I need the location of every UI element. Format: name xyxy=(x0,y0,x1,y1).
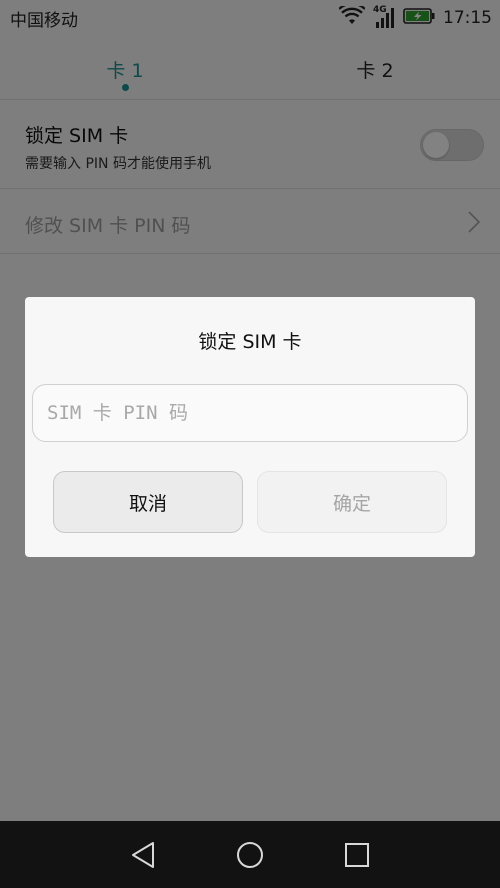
back-icon[interactable] xyxy=(123,835,163,875)
sim-pin-input[interactable] xyxy=(32,384,468,442)
home-icon[interactable] xyxy=(230,835,270,875)
navigation-bar xyxy=(0,821,500,888)
cancel-button[interactable]: 取消 xyxy=(53,471,243,533)
confirm-button[interactable]: 确定 xyxy=(257,471,447,533)
dialog-title: 锁定 SIM 卡 xyxy=(198,331,302,353)
recents-icon[interactable] xyxy=(337,835,377,875)
lock-sim-dialog: 锁定 SIM 卡 取消 确定 xyxy=(25,297,475,557)
